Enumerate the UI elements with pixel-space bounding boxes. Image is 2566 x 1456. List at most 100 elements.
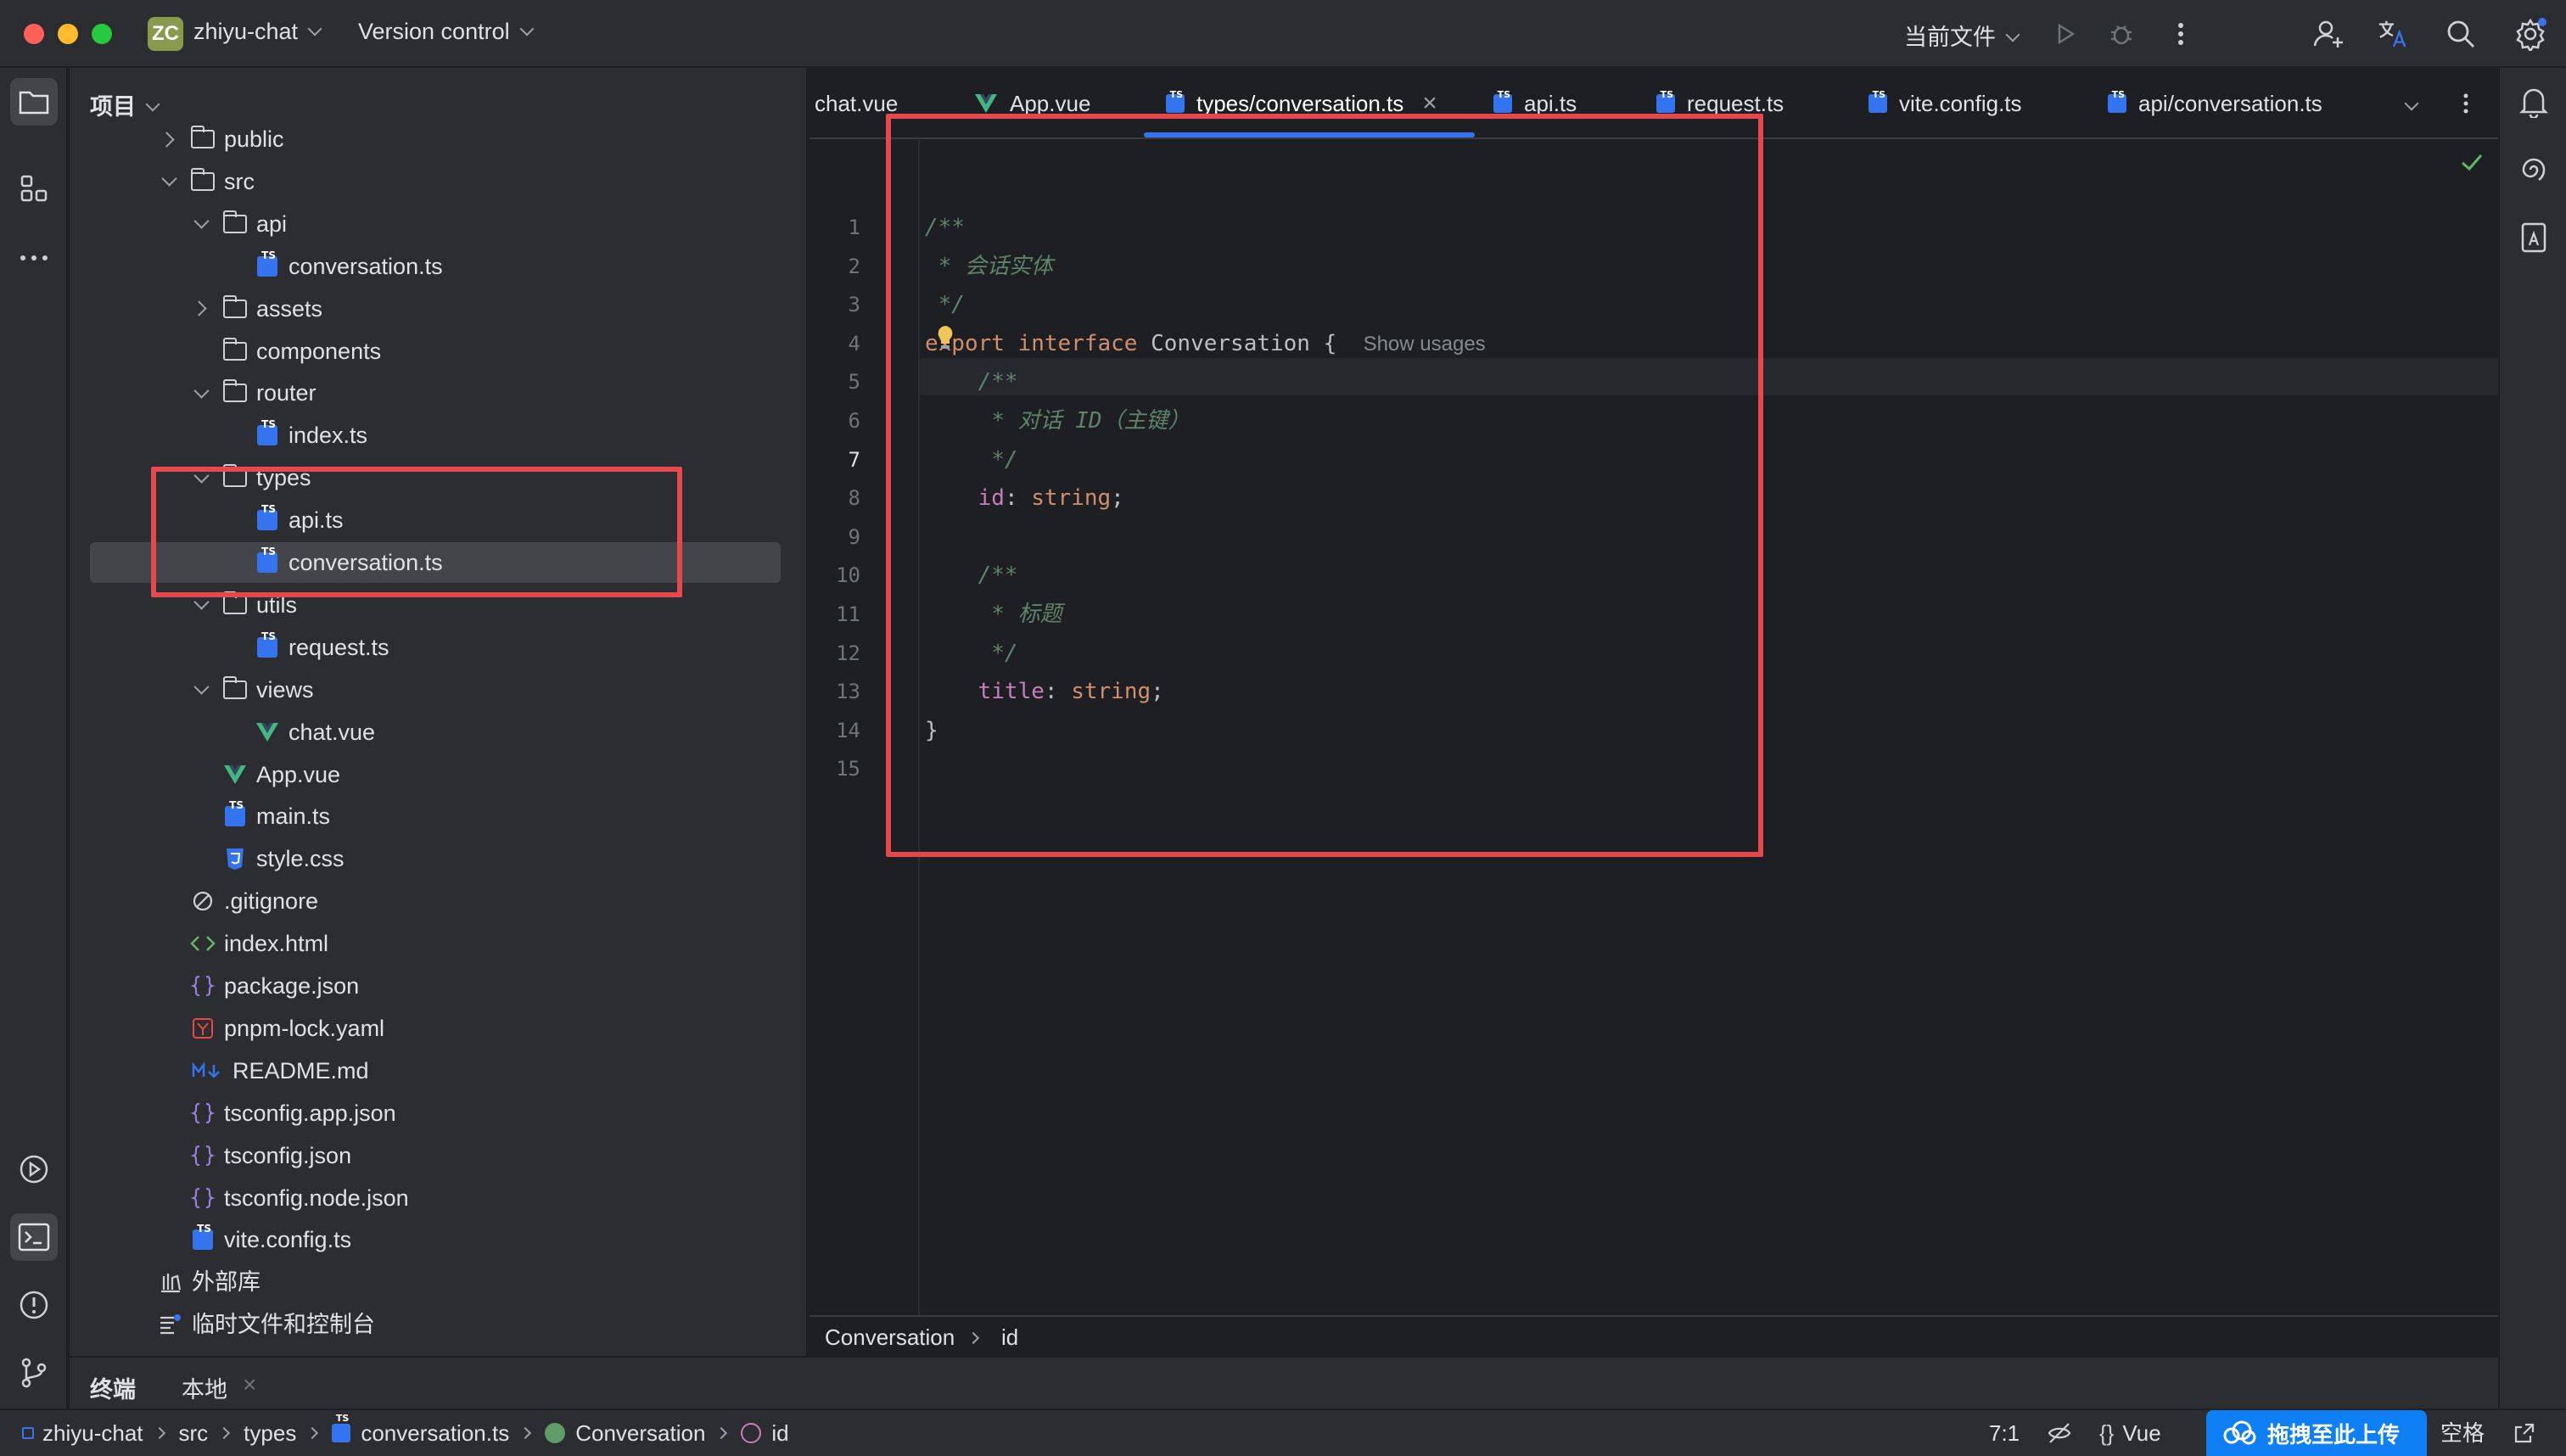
- upload-drop-button[interactable]: 拖拽至此上传: [2206, 1410, 2427, 1456]
- line-number-gutter[interactable]: 1 2 3 4 5 6 7 8 9 10 11 12 13 14 15: [810, 139, 920, 1344]
- inspection-ok-icon[interactable]: [2461, 153, 2483, 171]
- tree-folder[interactable]: components: [70, 331, 808, 372]
- git-branch-icon: [21, 1358, 47, 1388]
- tree-file[interactable]: TS conversation.ts: [70, 246, 808, 287]
- structure-tool-button[interactable]: [10, 165, 58, 212]
- chevron-down-icon[interactable]: [192, 680, 210, 699]
- tree-folder[interactable]: public: [70, 119, 808, 160]
- tree-file[interactable]: App.vue: [70, 754, 808, 795]
- editor-tab[interactable]: App.vue: [974, 87, 1090, 120]
- problems-tool-button[interactable]: [10, 1281, 58, 1329]
- add-user-button[interactable]: [2311, 17, 2345, 51]
- tab-more-button[interactable]: [2462, 87, 2469, 120]
- status-path-item[interactable]: Conversation: [575, 1410, 705, 1456]
- tab-list-button[interactable]: [2404, 87, 2419, 120]
- tree-folder[interactable]: types: [70, 457, 808, 498]
- tree-file[interactable]: pnpm-lock.yaml: [70, 1008, 808, 1049]
- more-actions-button[interactable]: [2164, 17, 2198, 51]
- breadcrumb-item[interactable]: id: [1001, 1317, 1018, 1358]
- status-lock-button[interactable]: [2513, 1410, 2535, 1456]
- translate-button[interactable]: [2376, 17, 2410, 51]
- tree-file[interactable]: README.md: [70, 1050, 808, 1091]
- editor-tab[interactable]: chat.vue: [815, 87, 898, 120]
- project-badge[interactable]: ZC: [148, 17, 183, 51]
- editor-tab[interactable]: TS vite.config.ts: [1868, 87, 2022, 120]
- status-path-item[interactable]: id: [771, 1410, 788, 1456]
- ai-assistant-button[interactable]: [2510, 146, 2558, 193]
- tree-file[interactable]: TS api.ts: [70, 500, 808, 540]
- tree-folder[interactable]: router: [70, 372, 808, 413]
- tree-folder[interactable]: api: [70, 204, 808, 244]
- chevron-down-icon[interactable]: [192, 468, 210, 487]
- show-usages-hint[interactable]: Show usages: [1364, 333, 1486, 356]
- folder-icon: [222, 294, 248, 322]
- editor-tab[interactable]: TS types/conversation.ts ×: [1166, 87, 1437, 120]
- tree-folder[interactable]: views: [70, 669, 808, 710]
- tree-file[interactable]: TS conversation.ts: [70, 542, 808, 583]
- language-selector[interactable]: {} Vue: [2099, 1410, 2161, 1456]
- chevron-down-icon[interactable]: [192, 215, 210, 233]
- tree-folder[interactable]: src: [70, 161, 808, 202]
- terminal-tab[interactable]: 终端: [90, 1371, 136, 1404]
- editor-tab[interactable]: TS request.ts: [1656, 87, 1784, 120]
- tree-folder[interactable]: utils: [70, 585, 808, 625]
- tree-folder[interactable]: assets: [70, 288, 808, 329]
- settings-button[interactable]: [2513, 17, 2547, 51]
- terminal-tool-button[interactable]: [10, 1213, 58, 1261]
- tree-file[interactable]: chat.vue: [70, 712, 808, 753]
- tree-file[interactable]: tsconfig.json: [70, 1135, 808, 1176]
- notifications-button[interactable]: [2510, 78, 2558, 126]
- status-path-item[interactable]: src: [179, 1410, 209, 1456]
- upload-label: 拖拽至此上传: [2267, 1421, 2401, 1448]
- chevron-right-icon[interactable]: [192, 300, 210, 318]
- editor-tab[interactable]: TS api.ts: [1493, 87, 1577, 120]
- chevron-down-icon[interactable]: [192, 384, 210, 402]
- close-window-button[interactable]: [24, 24, 44, 44]
- close-tab-icon[interactable]: ×: [1422, 87, 1437, 120]
- zoom-window-button[interactable]: [92, 24, 112, 44]
- run-button[interactable]: [2048, 17, 2082, 51]
- tree-file[interactable]: 外部库: [70, 1262, 808, 1302]
- breadcrumb-item[interactable]: Conversation: [825, 1317, 955, 1358]
- tree-file[interactable]: TS vite.config.ts: [70, 1219, 808, 1260]
- project-panel-header[interactable]: 项目: [90, 88, 160, 121]
- debug-button[interactable]: [2104, 17, 2138, 51]
- tree-file[interactable]: index.html: [70, 923, 808, 964]
- status-path-item[interactable]: conversation.ts: [361, 1410, 509, 1456]
- caret-position[interactable]: 7:1: [1989, 1410, 2020, 1456]
- status-path-item[interactable]: zhiyu-chat: [42, 1410, 143, 1456]
- tree-file[interactable]: TS request.ts: [70, 627, 808, 668]
- tree-file[interactable]: .gitignore: [70, 881, 808, 921]
- code-token: （主键）: [1101, 408, 1191, 434]
- tree-file[interactable]: TS index.ts: [70, 415, 808, 456]
- tree-file[interactable]: 临时文件和控制台: [70, 1304, 808, 1345]
- code-token: }: [925, 717, 938, 743]
- typescript-service-button[interactable]: [2510, 214, 2558, 261]
- chevron-down-icon[interactable]: [192, 596, 210, 614]
- chevron-down-icon: [307, 21, 322, 36]
- tree-file[interactable]: tsconfig.app.json: [70, 1093, 808, 1134]
- local-terminal-tab[interactable]: 本地: [182, 1371, 227, 1404]
- readonly-toggle[interactable]: [2047, 1410, 2072, 1456]
- project-switcher[interactable]: zhiyu-chat: [193, 19, 322, 45]
- search-everywhere-button[interactable]: [2444, 17, 2478, 51]
- run-config-selector[interactable]: 当前文件: [1904, 19, 2020, 52]
- services-tool-button[interactable]: [10, 1145, 58, 1193]
- minimize-window-button[interactable]: [58, 24, 78, 44]
- more-tools-button[interactable]: [10, 234, 58, 282]
- tree-file[interactable]: package.json: [70, 966, 808, 1006]
- chevron-right-icon[interactable]: [160, 130, 178, 148]
- lightbulb-icon[interactable]: [935, 324, 955, 351]
- tree-file[interactable]: tsconfig.node.json: [70, 1178, 808, 1218]
- current-line-highlight: [810, 358, 2498, 395]
- chevron-down-icon[interactable]: [160, 172, 178, 191]
- tree-file[interactable]: style.css: [70, 838, 808, 879]
- status-path-item[interactable]: types: [244, 1410, 296, 1456]
- editor-tab[interactable]: TS api/conversation.ts: [2108, 87, 2322, 120]
- project-tool-button[interactable]: [10, 78, 58, 126]
- vcs-menu[interactable]: Version control: [358, 19, 535, 45]
- tree-file[interactable]: TS main.ts: [70, 796, 808, 837]
- indent-selector[interactable]: 空格: [2440, 1410, 2485, 1456]
- git-tool-button[interactable]: [10, 1349, 58, 1397]
- close-tab-icon[interactable]: ×: [243, 1371, 256, 1398]
